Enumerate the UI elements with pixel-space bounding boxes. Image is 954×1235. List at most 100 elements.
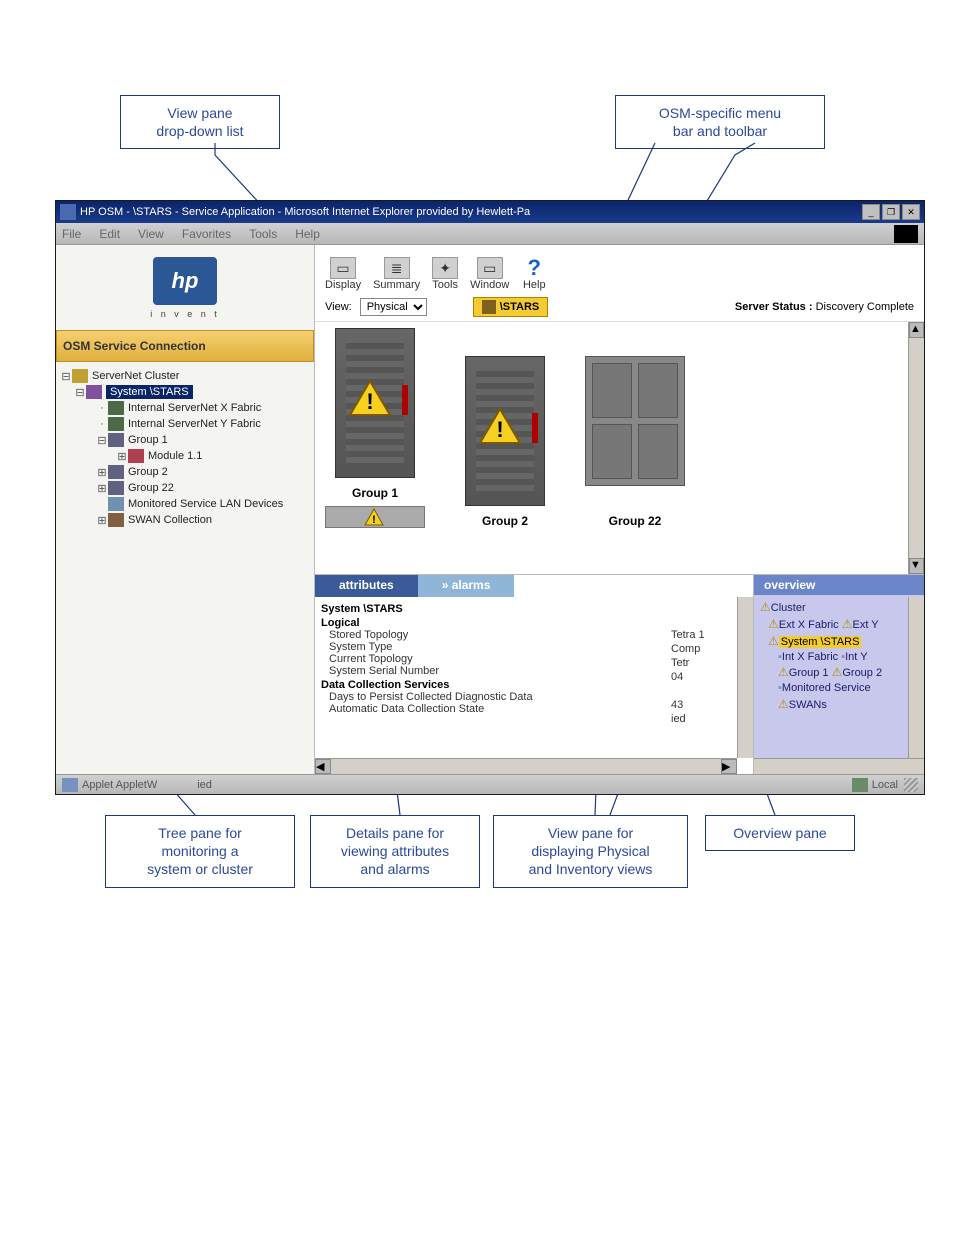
group-icon xyxy=(108,465,124,479)
group-icon xyxy=(108,481,124,495)
module-icon xyxy=(128,449,144,463)
overview-item[interactable]: SWANs xyxy=(789,699,827,711)
attr-value: Tetra 1 xyxy=(671,629,731,643)
toolbar-summary[interactable]: ≣Summary xyxy=(373,257,420,291)
rack-group22[interactable]: Group 22 xyxy=(585,356,685,528)
menu-view[interactable]: View xyxy=(138,227,164,241)
callout-text: View pane for displaying Physical and In… xyxy=(529,825,653,877)
menu-file[interactable]: File xyxy=(62,227,81,241)
system-icon xyxy=(86,385,102,399)
tree-label: SWAN Collection xyxy=(128,514,212,526)
scroll-right-button[interactable]: ▶ xyxy=(721,759,737,774)
view-pane-vscrollbar[interactable]: ▲▼ xyxy=(908,322,924,574)
osm-service-connection-header: OSM Service Connection xyxy=(56,330,314,362)
menu-help[interactable]: Help xyxy=(295,227,320,241)
toolbar-tools[interactable]: ✦Tools xyxy=(432,257,458,291)
window-title: HP OSM - \STARS - Service Application - … xyxy=(80,206,862,218)
overview-hscrollbar[interactable] xyxy=(754,758,924,774)
fabric-icon xyxy=(108,401,124,415)
scroll-left-button[interactable]: ◀ xyxy=(315,759,331,774)
rack-group2[interactable]: ! Group 2 xyxy=(465,356,545,528)
window-icon: ▭ xyxy=(477,257,503,279)
view-pane[interactable]: ▲▼ ! Group 1 xyxy=(315,321,924,574)
attr-value: Tetr xyxy=(671,657,731,671)
scroll-up-button[interactable]: ▲ xyxy=(909,322,924,338)
details-body[interactable]: System \STARS Logical Stored Topology Sy… xyxy=(315,597,753,774)
left-column: hp i n v e n t OSM Service Connection ⊟S… xyxy=(56,245,314,774)
tree-node-cluster[interactable]: ⊟ServerNet Cluster xyxy=(60,368,310,384)
titlebar: HP OSM - \STARS - Service Application - … xyxy=(56,201,924,223)
overview-body[interactable]: ⚠Cluster ⚠Ext X Fabric ⚠Ext Y ⚠System \S… xyxy=(754,595,924,758)
tree-label: Module 1.1 xyxy=(148,450,202,462)
attr-value: Comp xyxy=(671,643,731,657)
rack-grid-icon xyxy=(585,356,685,486)
toolbar-label: Summary xyxy=(373,279,420,291)
menu-edit[interactable]: Edit xyxy=(99,227,120,241)
tree-node-module11[interactable]: ⊞Module 1.1 xyxy=(60,448,310,464)
toolbar-window[interactable]: ▭Window xyxy=(470,257,509,291)
tree-node-fabric-x[interactable]: ·Internal ServerNet X Fabric xyxy=(60,400,310,416)
minimize-button[interactable]: _ xyxy=(862,204,880,220)
tab-attributes[interactable]: attributes xyxy=(315,575,418,597)
zone-icon xyxy=(852,778,868,792)
attr-value: ied xyxy=(671,713,731,727)
toolbar-label: Display xyxy=(325,279,361,291)
warning-icon: ⚠ xyxy=(778,697,789,711)
module-thumbnail[interactable]: ! xyxy=(325,506,425,528)
menu-favorites[interactable]: Favorites xyxy=(182,227,231,241)
details-vscrollbar[interactable] xyxy=(737,597,753,758)
toolbar-display[interactable]: ▭Display xyxy=(325,257,361,291)
tree-label: Internal ServerNet X Fabric xyxy=(128,402,261,414)
overview-item[interactable]: Ext Y xyxy=(853,619,879,631)
tree-label: Group 22 xyxy=(128,482,174,494)
cluster-icon xyxy=(72,369,88,383)
status-label: Server Status : xyxy=(735,301,813,313)
hp-logo-icon: hp xyxy=(153,257,217,305)
statusbar-zone: Local xyxy=(872,779,898,791)
tree-node-group2[interactable]: ⊞Group 2 xyxy=(60,464,310,480)
overview-item[interactable]: Cluster xyxy=(771,602,806,614)
tree-label: Internal ServerNet Y Fabric xyxy=(128,418,261,430)
tree-node-swan[interactable]: ⊞SWAN Collection xyxy=(60,512,310,528)
rack-group1[interactable]: ! Group 1 ! xyxy=(325,328,425,528)
right-column: ▭Display ≣Summary ✦Tools ▭Window ?Help V… xyxy=(314,245,924,774)
attr-value: 04 xyxy=(671,671,731,685)
led-indicator-icon xyxy=(532,413,538,443)
system-cube-icon xyxy=(482,300,496,314)
overview-vscrollbar[interactable] xyxy=(908,597,924,758)
tree-node-group1[interactable]: ⊟Group 1 xyxy=(60,432,310,448)
overview-item[interactable]: Group 1 xyxy=(789,667,829,679)
overview-item[interactable]: Int X Fabric xyxy=(782,651,838,663)
maximize-button[interactable]: ❐ xyxy=(882,204,900,220)
overview-item[interactable]: Int Y xyxy=(845,651,867,663)
overview-item[interactable]: Monitored Service xyxy=(782,682,871,694)
toolbar-help[interactable]: ?Help xyxy=(521,257,547,291)
system-badge[interactable]: \STARS xyxy=(473,297,549,317)
callout-view-dropdown: View pane drop-down list xyxy=(120,95,280,149)
tree-node-fabric-y[interactable]: ·Internal ServerNet Y Fabric xyxy=(60,416,310,432)
overview-item-selected[interactable]: System \STARS xyxy=(779,636,862,648)
overview-pane: overview ⚠Cluster ⚠Ext X Fabric ⚠Ext Y ⚠… xyxy=(754,575,924,774)
tree-node-system[interactable]: ⊟System \STARS xyxy=(60,384,310,400)
overview-item[interactable]: Ext X Fabric xyxy=(779,619,839,631)
menu-tools[interactable]: Tools xyxy=(249,227,277,241)
view-dropdown[interactable]: Physical xyxy=(360,298,427,316)
callout-text: Tree pane for monitoring a system or clu… xyxy=(147,825,253,877)
svg-text:!: ! xyxy=(366,389,373,414)
svg-text:!: ! xyxy=(372,514,376,526)
tree-label-selected: System \STARS xyxy=(106,385,193,399)
warning-icon: ! xyxy=(348,379,392,417)
resize-grip-icon[interactable] xyxy=(904,778,918,792)
tab-alarms[interactable]: » alarms xyxy=(418,575,515,597)
scroll-down-button[interactable]: ▼ xyxy=(909,558,924,574)
warning-icon: ⚠ xyxy=(768,634,779,648)
tree-node-lan-devices[interactable]: Monitored Service LAN Devices xyxy=(60,496,310,512)
statusbar: Applet AppletW ied Local xyxy=(56,774,924,794)
attr-value: 43 xyxy=(671,699,731,713)
tree-pane[interactable]: ⊟ServerNet Cluster ⊟System \STARS ·Inter… xyxy=(56,362,314,774)
details-hscrollbar[interactable]: ◀▶ xyxy=(315,758,737,774)
callout-text: Overview pane xyxy=(733,825,826,841)
tree-node-group22[interactable]: ⊞Group 22 xyxy=(60,480,310,496)
overview-item[interactable]: Group 2 xyxy=(842,667,882,679)
close-button[interactable]: ✕ xyxy=(902,204,920,220)
